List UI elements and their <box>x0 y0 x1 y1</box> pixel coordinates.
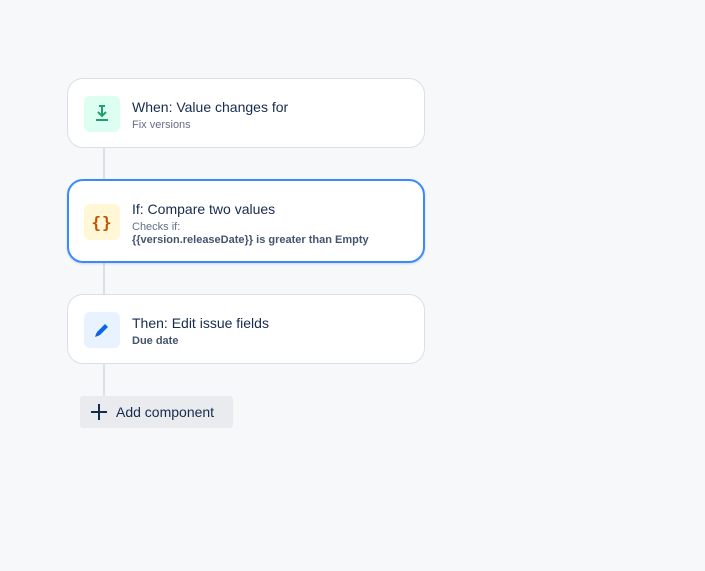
connector-line-1 <box>103 147 105 181</box>
action-icon-box <box>84 312 120 348</box>
condition-title: If: Compare two values <box>132 201 276 217</box>
trigger-card[interactable]: When: Value changes for Fix versions <box>67 78 425 148</box>
pencil-edit-icon <box>95 324 108 337</box>
add-component-button[interactable]: Add component <box>80 396 233 428</box>
action-subtitle: Due date <box>132 335 179 347</box>
plus-icon <box>91 404 107 420</box>
condition-subtitle-line2: {{version.releaseDate}} is greater than … <box>132 234 369 246</box>
connector-line-3 <box>103 363 105 396</box>
add-component-label: Add component <box>116 404 215 420</box>
field-value-changed-icon <box>96 105 108 121</box>
action-card[interactable]: Then: Edit issue fields Due date <box>67 294 425 364</box>
connector-line-2 <box>103 262 105 295</box>
trigger-subtitle: Fix versions <box>132 119 191 131</box>
condition-icon-box: {} <box>84 204 120 240</box>
trigger-icon-box <box>84 96 120 132</box>
condition-card[interactable]: {} If: Compare two values Checks if: {{v… <box>67 179 425 263</box>
action-title: Then: Edit issue fields <box>132 315 269 331</box>
curly-braces-icon: {} <box>91 212 113 232</box>
trigger-title: When: Value changes for <box>132 99 289 115</box>
condition-subtitle-line1: Checks if: <box>132 221 181 233</box>
